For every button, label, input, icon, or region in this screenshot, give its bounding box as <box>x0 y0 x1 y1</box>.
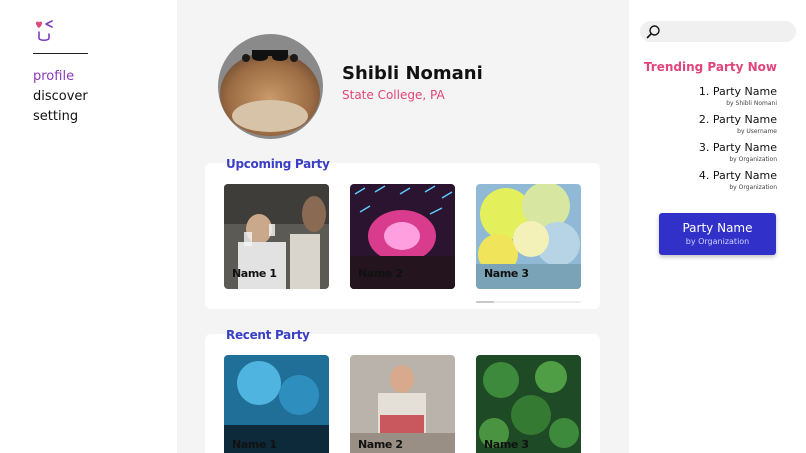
card-label: Name 3 <box>484 267 529 280</box>
recent-party-section: Recent Party Name 1 Name 2 Name 3 <box>205 328 600 453</box>
party-card[interactable]: Name 3 <box>476 184 581 289</box>
upcoming-party-section: Upcoming Party Name 1 Name 2 Name 3 <box>205 157 600 309</box>
right-sidebar: Trending Party Now 1. Party Name by Shib… <box>629 0 806 453</box>
party-card[interactable]: Name 1 <box>224 355 329 453</box>
party-card[interactable]: Name 1 <box>224 184 329 289</box>
party-card[interactable]: Name 2 <box>350 355 455 453</box>
card-label: Name 2 <box>358 438 403 451</box>
trending-item[interactable]: 4. Party Name by Organization <box>627 169 777 197</box>
trending-item-by: by Shibli Nomani <box>726 100 777 107</box>
logo-divider <box>33 53 88 54</box>
trending-item-name: 2. Party Name <box>698 113 777 126</box>
nav-item-discover[interactable]: discover <box>33 87 88 107</box>
trending-item[interactable]: 3. Party Name by Organization <box>627 141 777 169</box>
profile-location: State College, PA <box>342 88 445 102</box>
app-logo-icon[interactable] <box>33 20 55 42</box>
avatar[interactable] <box>218 34 323 139</box>
card-label: Name 3 <box>484 438 529 451</box>
search-bar[interactable] <box>640 21 796 42</box>
trending-item-by: by Username <box>737 128 777 135</box>
card-label: Name 1 <box>232 267 277 280</box>
hamster-avatar-image <box>218 34 323 139</box>
card-label: Name 2 <box>358 267 403 280</box>
search-input[interactable] <box>666 23 790 40</box>
trending-item-by: by Organization <box>729 184 777 191</box>
party-card[interactable]: Name 2 <box>350 184 455 289</box>
scrollbar-thumb[interactable] <box>476 301 494 303</box>
trending-item-name: 3. Party Name <box>698 141 777 154</box>
section-title: Recent Party <box>226 328 310 342</box>
nav-item-profile[interactable]: profile <box>33 67 88 87</box>
featured-party-name: Party Name <box>682 221 753 235</box>
main-nav: profile discover setting <box>33 67 88 127</box>
trending-item-name: 1. Party Name <box>698 85 777 98</box>
trending-item[interactable]: 1. Party Name by Shibli Nomani <box>627 85 777 113</box>
profile-name: Shibli Nomani <box>342 63 483 84</box>
left-sidebar: profile discover setting <box>0 0 177 453</box>
main-content: Shibli Nomani State College, PA Upcoming… <box>177 0 629 453</box>
trending-item-name: 4. Party Name <box>698 169 777 182</box>
section-title: Upcoming Party <box>226 157 330 171</box>
featured-party-button[interactable]: Party Name by Organization <box>659 213 776 255</box>
carousel-scrollbar[interactable] <box>476 301 581 303</box>
trending-item[interactable]: 2. Party Name by Username <box>627 113 777 141</box>
trending-item-by: by Organization <box>729 156 777 163</box>
trending-title: Trending Party Now <box>643 60 777 74</box>
featured-party-by: by Organization <box>685 237 750 246</box>
search-icon[interactable] <box>646 24 661 39</box>
nav-item-setting[interactable]: setting <box>33 107 88 127</box>
card-label: Name 1 <box>232 438 277 451</box>
party-card[interactable]: Name 3 <box>476 355 581 453</box>
trending-list: 1. Party Name by Shibli Nomani 2. Party … <box>627 85 777 197</box>
